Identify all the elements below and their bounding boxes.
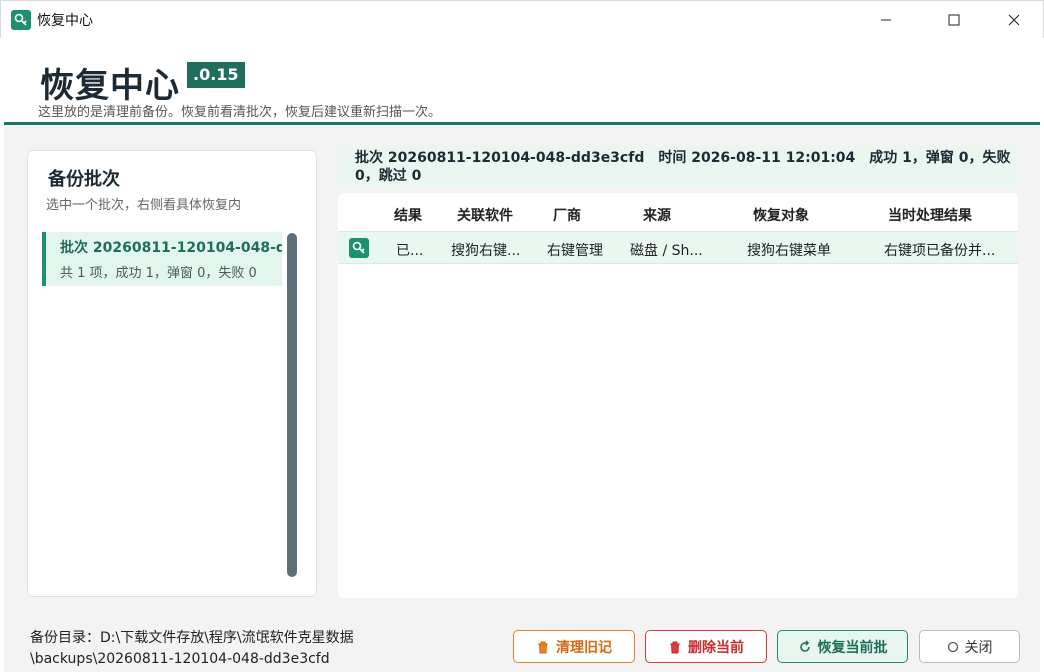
page-header: 恢复中心 .0.15 这里放的是清理前备份。恢复前看清批次，恢复后建议重新扫描一… xyxy=(0,38,1044,124)
batch-list-panel: 备份批次 选中一个批次，右侧看具体恢复内 批次 20260811-120104-… xyxy=(27,150,317,597)
column-header-target[interactable]: 恢复对象 xyxy=(753,205,809,225)
batch-item-title: 批次 20260811-120104-048-d... xyxy=(60,240,282,256)
close-button[interactable]: 关闭 xyxy=(919,630,1020,663)
cell-result: 已... xyxy=(396,243,424,259)
app-icon xyxy=(11,10,31,30)
maximize-button[interactable] xyxy=(931,1,977,39)
title-bar: 恢复中心 xyxy=(0,0,1044,38)
refresh-icon xyxy=(799,639,810,652)
batch-summary-bar: 批次 20260811-120104-048-dd3e3cfd 时间 2026-… xyxy=(338,146,1018,188)
restore-current-batch-button[interactable]: 恢复当前批 xyxy=(777,630,908,663)
maximize-icon xyxy=(948,14,960,26)
trash-icon xyxy=(670,641,680,653)
window-title: 恢复中心 xyxy=(37,13,93,29)
row-status-icon xyxy=(349,238,369,258)
page-subtitle: 这里放的是清理前备份。恢复前看清批次，恢复后建议重新扫描一次。 xyxy=(38,105,442,120)
delete-current-label: 删除当前 xyxy=(688,639,744,656)
backup-path-line1: 备份目录：D:\下载文件存放\程序\流氓软件克星数据 xyxy=(30,630,354,646)
batch-item-summary: 共 1 项，成功 1，弹窗 0，失败 0 xyxy=(60,266,257,281)
cell-outcome: 右键项已备份并... xyxy=(884,243,996,259)
clear-old-records-label: 清理旧记 xyxy=(556,639,612,656)
minimize-button[interactable] xyxy=(863,1,909,39)
close-label: 关闭 xyxy=(964,639,993,656)
batch-list-item[interactable]: 批次 20260811-120104-048-d... 共 1 项，成功 1，弹… xyxy=(42,232,282,286)
close-window-button[interactable] xyxy=(991,1,1037,39)
batch-list-scrollbar[interactable] xyxy=(287,233,297,577)
batch-list-hint: 选中一个批次，右侧看具体恢复内 xyxy=(46,198,242,213)
delete-current-button[interactable]: 删除当前 xyxy=(645,630,767,663)
cell-vendor: 右键管理 xyxy=(547,243,603,259)
page-title: 恢复中心 xyxy=(40,66,180,106)
backup-directory-path: 备份目录：D:\下载文件存放\程序\流氓软件克星数据 \backups\2026… xyxy=(30,628,354,670)
minimize-icon xyxy=(881,19,891,21)
batch-summary-text: 批次 20260811-120104-048-dd3e3cfd 时间 2026-… xyxy=(355,150,1011,184)
column-header-outcome[interactable]: 当时处理结果 xyxy=(888,205,972,225)
close-icon xyxy=(1008,14,1020,26)
circle-icon xyxy=(947,641,958,652)
version-badge: .0.15 xyxy=(187,62,245,88)
table-row[interactable]: 已... 搜狗右键... 右键管理 磁盘 / Sh... 搜狗右键菜单 右键项已… xyxy=(338,231,1018,264)
column-header-result[interactable]: 结果 xyxy=(394,205,422,225)
restore-table: 结果 关联软件 厂商 来源 恢复对象 当时处理结果 已... 搜狗右键... 右… xyxy=(338,193,1018,598)
cell-source: 磁盘 / Sh... xyxy=(630,243,703,259)
batch-list-title: 备份批次 xyxy=(48,169,120,190)
cell-software: 搜狗右键... xyxy=(451,243,521,259)
column-header-software[interactable]: 关联软件 xyxy=(457,205,513,225)
cell-target: 搜狗右键菜单 xyxy=(747,243,831,259)
column-header-source[interactable]: 来源 xyxy=(643,205,671,225)
column-header-vendor[interactable]: 厂商 xyxy=(553,205,581,225)
backup-path-line2: \backups\20260811-120104-048-dd3e3cfd xyxy=(30,651,330,667)
trash-icon xyxy=(538,641,548,653)
clear-old-records-button[interactable]: 清理旧记 xyxy=(513,630,635,663)
restore-current-batch-label: 恢复当前批 xyxy=(817,639,888,656)
